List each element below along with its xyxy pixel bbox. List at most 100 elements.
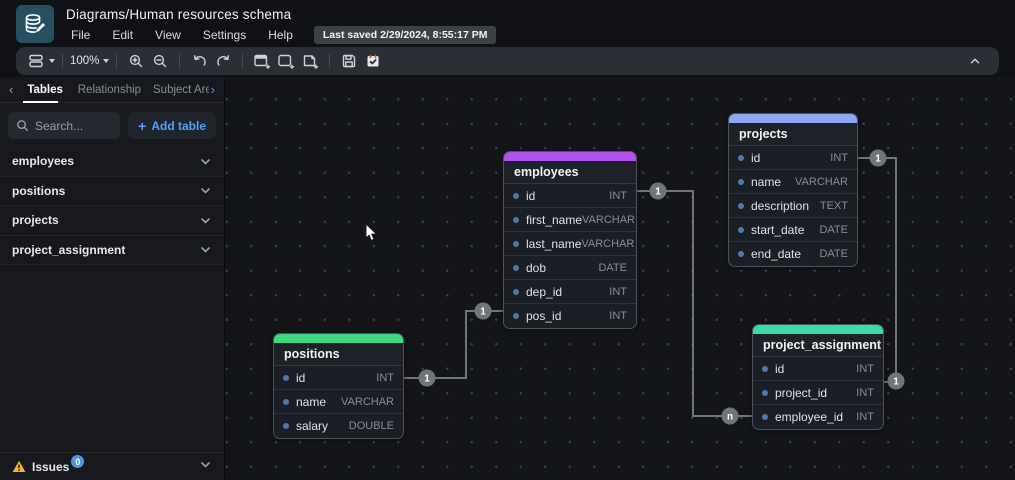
table-field-row[interactable]: employee_id INT <box>753 405 883 429</box>
field-name: last_name <box>526 236 582 251</box>
menu-view[interactable]: View <box>144 28 192 42</box>
table-title: positions <box>274 343 403 366</box>
table-field-row[interactable]: description TEXT <box>729 194 857 218</box>
toolbar: 100% <box>16 47 999 75</box>
database-pencil-icon <box>25 14 45 33</box>
diagram-canvas[interactable]: 111n11 employees id INT first_name VARCHAR la… <box>225 77 1015 480</box>
save-button[interactable] <box>337 50 361 72</box>
table-list: employees positions projects project_assign… <box>0 147 224 265</box>
add-table-icon-button[interactable] <box>250 50 274 72</box>
cardinality-marker <box>887 372 905 390</box>
last-saved-badge: Last saved 2/29/2024, 8:55:17 PM <box>313 26 497 44</box>
chevron-down-icon[interactable] <box>199 458 212 476</box>
field-type: INT <box>830 151 848 164</box>
zoom-out-button[interactable] <box>148 50 172 72</box>
app-logo <box>16 5 54 43</box>
diagram-table-project_assignment[interactable]: project_assignment id INT project_id INT empl… <box>752 324 884 430</box>
field-dot-icon <box>283 398 289 405</box>
undo-button[interactable] <box>187 50 211 72</box>
cardinality-marker <box>649 182 667 200</box>
table-title: employees <box>504 161 636 184</box>
sidebar-tabs: ‹ Tables Relationships Subject Are › <box>0 77 224 103</box>
table-field-row[interactable]: name VARCHAR <box>729 170 857 194</box>
field-name: pos_id <box>526 309 562 323</box>
menu-file[interactable]: File <box>60 28 101 42</box>
add-note-button[interactable] <box>298 50 322 72</box>
field-name: dep_id <box>526 284 563 299</box>
cardinality-marker <box>418 369 436 387</box>
cardinality-marker <box>474 302 492 320</box>
table-field-row[interactable]: id INT <box>753 357 883 381</box>
chevron-down-icon <box>201 247 210 253</box>
table-field-row[interactable]: last_name VARCHAR <box>504 232 636 256</box>
redo-button[interactable] <box>211 50 235 72</box>
field-name: end_date <box>751 247 802 261</box>
field-dot-icon <box>738 251 744 257</box>
add-table-button[interactable]: + Add table <box>128 112 216 139</box>
table-color-strip <box>504 152 636 161</box>
table-color-strip <box>274 334 403 343</box>
table-field-row[interactable]: dep_id INT <box>504 280 636 304</box>
field-type: INT <box>856 411 874 423</box>
collapse-header-button[interactable] <box>963 50 987 72</box>
table-field-row[interactable]: end_date DATE <box>729 242 857 266</box>
chevron-down-icon <box>49 59 55 63</box>
tab-tables[interactable]: Tables <box>15 77 65 103</box>
page-title: Diagrams/Human resources schema <box>66 7 292 22</box>
field-dot-icon <box>738 202 744 209</box>
diagram-table-employees[interactable]: employees id INT first_name VARCHAR last_name… <box>503 151 637 329</box>
search-row: + Add table <box>0 103 224 147</box>
field-type: VARCHAR <box>582 213 636 226</box>
zoom-level-value: 100% <box>70 55 100 67</box>
table-field-row[interactable]: project_id INT <box>753 381 883 405</box>
tab-subject-are[interactable]: Subject Are <box>141 77 209 103</box>
tab-relationships[interactable]: Relationships <box>66 77 141 103</box>
table-field-row[interactable]: pos_id INT <box>504 304 636 328</box>
field-dot-icon <box>513 313 519 319</box>
tabs-scroll-right-icon[interactable]: › <box>209 83 217 96</box>
field-dot-icon <box>513 288 519 295</box>
sidebar-item-employees[interactable]: employees <box>0 147 224 177</box>
table-field-row[interactable]: id INT <box>504 184 636 208</box>
diagram-table-projects[interactable]: projects id INT name VARCHAR description TEXT s… <box>728 113 858 267</box>
svg-text:1: 1 <box>875 154 881 165</box>
field-name: salary <box>296 419 329 433</box>
diagram-menu-button[interactable] <box>28 50 55 72</box>
table-title: projects <box>729 123 857 146</box>
field-name: first_name <box>526 212 583 227</box>
field-name: id <box>296 370 306 385</box>
svg-text:1: 1 <box>893 377 899 388</box>
table-field-row[interactable]: salary DOUBLE <box>274 414 403 438</box>
table-title: project_assignment <box>753 334 883 357</box>
field-name: id <box>526 188 536 203</box>
diagram-table-positions[interactable]: positions id INT name VARCHAR salary DOUBLE <box>273 333 404 439</box>
table-field-row[interactable]: start_date DATE <box>729 218 857 242</box>
svg-text:1: 1 <box>424 374 430 385</box>
relationship-line <box>404 310 503 379</box>
field-type: VARCHAR <box>341 395 394 408</box>
zoom-in-button[interactable] <box>124 50 148 72</box>
sidebar-item-positions[interactable]: positions <box>0 177 224 206</box>
chevron-down-icon <box>201 188 210 194</box>
field-type: INT <box>856 386 874 399</box>
zoom-level-select[interactable]: 100% <box>70 50 110 72</box>
table-field-row[interactable]: name VARCHAR <box>274 390 403 414</box>
chevron-down-icon <box>201 217 210 224</box>
issues-bar[interactable]: Issues 0 <box>0 452 224 480</box>
field-type: DATE <box>598 261 627 274</box>
menubar: File Edit View Settings Help Last saved 2/29… <box>60 25 497 45</box>
table-field-row[interactable]: dob DATE <box>504 256 636 280</box>
table-field-row[interactable]: id INT <box>274 366 403 390</box>
add-area-button[interactable] <box>274 50 298 72</box>
table-field-row[interactable]: id INT <box>729 146 857 170</box>
menu-help[interactable]: Help <box>257 28 304 42</box>
table-field-row[interactable]: first_name VARCHAR <box>504 208 636 232</box>
tabs-scroll-left-icon[interactable]: ‹ <box>7 83 15 96</box>
sidebar-item-projects[interactable]: projects <box>0 206 224 236</box>
field-name: name <box>296 394 327 409</box>
app-header: Diagrams/Human resources schema File Edit… <box>0 0 1015 47</box>
menu-settings[interactable]: Settings <box>192 28 257 42</box>
menu-edit[interactable]: Edit <box>101 28 144 42</box>
sidebar-item-project_assignment[interactable]: project_assignment <box>0 236 224 265</box>
field-type: DATE <box>819 248 848 260</box>
